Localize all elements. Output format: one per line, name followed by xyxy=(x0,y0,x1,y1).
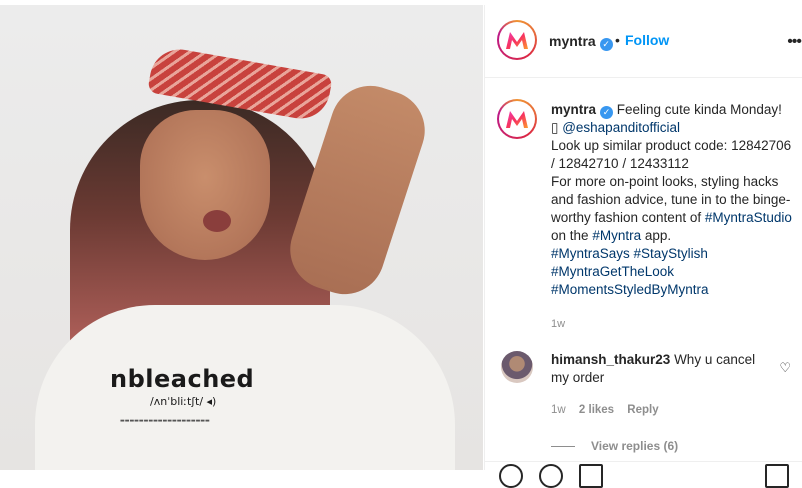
post-side-panel: myntra ✓ • Follow ••• myntra ✓ Feeling c… xyxy=(484,5,802,488)
save-bookmark-icon[interactable] xyxy=(765,464,789,488)
more-options-icon[interactable]: ••• xyxy=(787,33,802,51)
hashtag-myntra-link[interactable]: #Myntra xyxy=(592,228,641,243)
hashtag-myntragetthelook-link[interactable]: #MyntraGetTheLook xyxy=(551,264,674,279)
shirt-phonetic: /ʌnˈbliːtʃt/ ◂) xyxy=(150,395,217,408)
shirt-print: nbleached /ʌnˈbliːtʃt/ ◂) ▬▬▬▬▬▬▬▬▬▬▬▬▬▬… xyxy=(110,365,310,424)
view-replies-button[interactable]: View replies (6) xyxy=(591,439,678,453)
commenter-avatar[interactable] xyxy=(501,351,533,383)
photo-face xyxy=(140,110,270,260)
caption-text: myntra ✓ Feeling cute kinda Monday! ▯ @es… xyxy=(551,101,796,299)
caption-intro: Feeling cute kinda Monday! xyxy=(616,102,782,117)
caption-glyph: ▯ xyxy=(551,120,559,135)
myntra-avatar[interactable] xyxy=(497,20,537,60)
shirt-small-print: ▬▬▬▬▬▬▬▬▬▬▬▬▬▬▬▬▬▬▬ xyxy=(120,418,210,424)
header-username[interactable]: myntra ✓ xyxy=(549,33,613,51)
replies-divider xyxy=(551,446,575,447)
caption-avatar[interactable] xyxy=(497,99,537,139)
caption-mention-link[interactable]: @eshapanditofficial xyxy=(562,120,680,135)
share-icon[interactable] xyxy=(579,464,603,488)
post-header: myntra ✓ • Follow ••• xyxy=(485,5,802,78)
hashtag-staystylish-link[interactable]: #StayStylish xyxy=(634,246,708,261)
caption-on-text: on the xyxy=(551,228,589,243)
caption-app-text: app. xyxy=(644,228,672,243)
myntra-logo-icon xyxy=(506,111,528,128)
myntra-logo-icon xyxy=(506,32,528,49)
verified-badge-icon: ✓ xyxy=(600,106,614,119)
comment-username[interactable]: himansh_thakur23 xyxy=(551,352,670,367)
header-separator: • xyxy=(615,32,620,48)
hashtag-myntrasays-link[interactable]: #MyntraSays xyxy=(551,246,630,261)
verified-badge-icon: ✓ xyxy=(599,38,613,51)
comment-meta: 1w 2 likes Reply xyxy=(551,404,669,416)
caption-product-codes: Look up similar product code: 12842706 /… xyxy=(551,138,792,171)
like-heart-icon[interactable] xyxy=(499,464,523,488)
shirt-word: nbleached xyxy=(110,365,255,393)
caption-username[interactable]: myntra xyxy=(551,102,596,117)
caption-timestamp[interactable]: 1w xyxy=(551,318,565,330)
like-comment-heart-icon[interactable]: ♡ xyxy=(779,360,791,376)
hashtag-myntrastudio-link[interactable]: #MyntraStudio xyxy=(705,210,792,225)
follow-button[interactable]: Follow xyxy=(625,32,669,48)
comment-bubble-icon[interactable] xyxy=(539,464,563,488)
photo-lips xyxy=(203,210,231,232)
reply-button[interactable]: Reply xyxy=(627,404,658,416)
post-image[interactable]: nbleached /ʌnˈbliːtʃt/ ◂) ▬▬▬▬▬▬▬▬▬▬▬▬▬▬… xyxy=(0,5,483,470)
hashtag-momentsstyledbymyntra-link[interactable]: #MomentsStyledByMyntra xyxy=(551,282,709,297)
comment-likes[interactable]: 2 likes xyxy=(579,404,614,416)
post-action-bar xyxy=(485,461,802,488)
header-username-text[interactable]: myntra xyxy=(549,33,596,49)
comment-timestamp[interactable]: 1w xyxy=(551,404,566,416)
comment-text: himansh_thakur23 Why u cancel my order xyxy=(551,351,761,387)
